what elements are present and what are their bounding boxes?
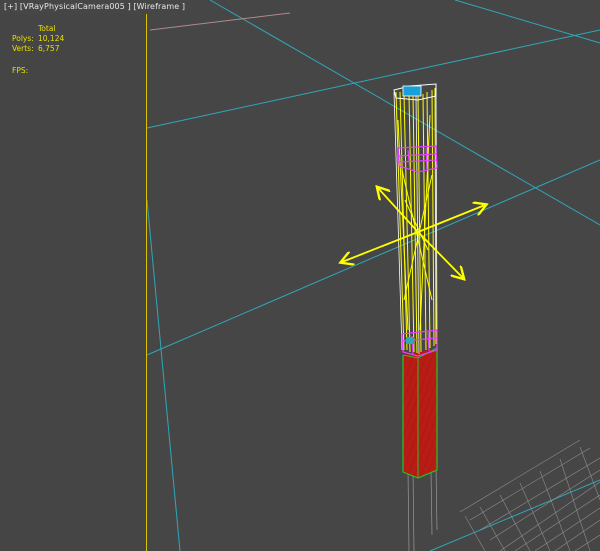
verts-label: Verts: bbox=[12, 44, 34, 53]
polys-value: 10,124 bbox=[38, 34, 65, 43]
column-base-red-block[interactable] bbox=[402, 347, 438, 479]
polys-label: Polys: bbox=[12, 34, 34, 43]
viewport-camera-button[interactable]: [VRayPhysicalCamera005 ] bbox=[20, 2, 131, 11]
statistics-panel: Total Polys: 10,124 Verts: 6,757 FPS: bbox=[0, 14, 147, 551]
viewport-menu-button[interactable]: [+] bbox=[4, 2, 17, 11]
viewport-label: [+] [VRayPhysicalCamera005 ] [Wireframe … bbox=[4, 2, 185, 11]
verts-value: 6,757 bbox=[38, 44, 60, 53]
stats-header: Total bbox=[38, 24, 56, 33]
viewport-shading-button[interactable]: [Wireframe ] bbox=[133, 2, 185, 11]
column-cyan-marker bbox=[406, 337, 414, 344]
fps-label: FPS: bbox=[12, 66, 29, 75]
